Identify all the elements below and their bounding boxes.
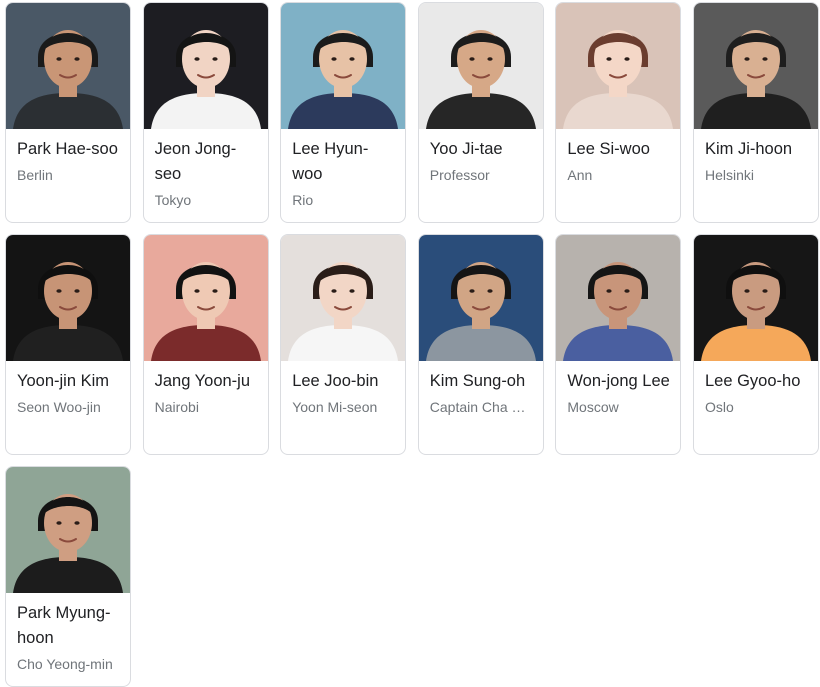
cast-card[interactable]: Lee Si-woo Ann xyxy=(555,2,682,223)
actor-photo xyxy=(143,235,268,361)
character-name: Nairobi xyxy=(154,399,199,415)
actor-photo xyxy=(6,467,130,593)
cast-card[interactable]: Park Hae-soo Berlin xyxy=(5,2,131,223)
actor-name: Jang Yoon-ju xyxy=(154,372,251,390)
actor-name: Lee Gyoo-ho xyxy=(704,372,801,390)
cast-card[interactable]: Lee Gyoo-ho Oslo xyxy=(692,234,819,455)
actor-photo xyxy=(6,3,130,129)
cast-grid: Park Hae-soo Berlin Jeon Jong-seo Tokyo Le… xyxy=(5,2,819,687)
character-name: Helsinki xyxy=(704,167,754,183)
actor-photo xyxy=(693,235,818,361)
actor-name: Yoon-jin Kim xyxy=(17,372,110,390)
actor-name: Lee Joo-bin xyxy=(292,372,379,390)
cast-card[interactable]: Kim Sung-oh Captain Cha … xyxy=(417,234,544,455)
character-name: Captain Cha … xyxy=(429,399,526,415)
actor-photo xyxy=(556,235,681,361)
actor-photo xyxy=(693,3,818,129)
character-name: Ann xyxy=(567,167,593,183)
actor-name: Park Hae-soo xyxy=(17,140,118,158)
character-name: Oslo xyxy=(704,399,734,415)
cast-card[interactable]: Lee Joo-bin Yoon Mi-seon xyxy=(280,234,407,455)
actor-photo xyxy=(418,235,543,361)
character-name: Professor xyxy=(429,167,490,183)
cast-card[interactable]: Yoo Ji-tae Professor xyxy=(417,2,544,223)
actor-name: Jeon Jong-seo xyxy=(154,140,237,183)
actor-name: Kim Ji-hoon xyxy=(704,140,793,158)
actor-photo xyxy=(143,3,268,129)
cast-card[interactable]: Park Myung-hoon Cho Yeong-min xyxy=(5,466,131,687)
character-name: Rio xyxy=(292,192,314,208)
actor-name: Won-jong Lee xyxy=(567,372,670,390)
character-name: Cho Yeong-min xyxy=(17,656,113,672)
actor-photo xyxy=(418,3,543,129)
character-name: Seon Woo-jin xyxy=(17,399,101,415)
character-name: Berlin xyxy=(17,167,53,183)
actor-name: Yoo Ji-tae xyxy=(429,140,503,158)
actor-photo xyxy=(556,3,681,129)
character-name: Yoon Mi-seon xyxy=(292,399,378,415)
cast-card[interactable]: Lee Hyun-woo Rio xyxy=(280,2,407,223)
actor-photo xyxy=(281,3,406,129)
cast-card[interactable]: Jang Yoon-ju Nairobi xyxy=(142,234,269,455)
actor-name: Lee Hyun-woo xyxy=(292,140,369,183)
actor-name: Lee Si-woo xyxy=(567,140,650,158)
actor-photo xyxy=(6,235,130,361)
cast-card[interactable]: Won-jong Lee Moscow xyxy=(555,234,682,455)
actor-name: Park Myung-hoon xyxy=(17,604,111,647)
cast-card[interactable]: Yoon-jin Kim Seon Woo-jin xyxy=(5,234,131,455)
cast-card[interactable]: Kim Ji-hoon Helsinki xyxy=(692,2,819,223)
cast-card[interactable]: Jeon Jong-seo Tokyo xyxy=(142,2,269,223)
actor-photo xyxy=(281,235,406,361)
actor-name: Kim Sung-oh xyxy=(429,372,526,390)
character-name: Tokyo xyxy=(154,192,192,208)
character-name: Moscow xyxy=(567,399,619,415)
